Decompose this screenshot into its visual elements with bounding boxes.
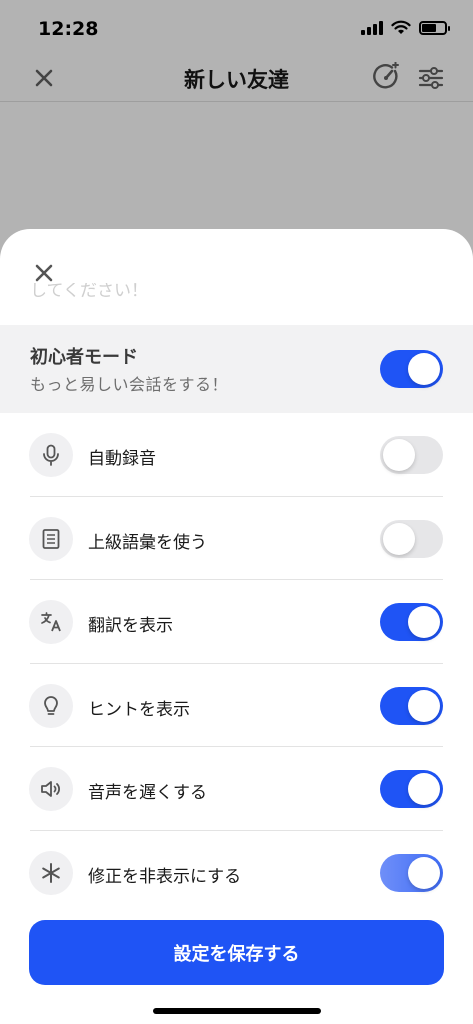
settings-list: 自動録音 上級語彙を使う 翻訳を表示 ヒントを表示 音声を遅くする 修正を非表示… [0,413,473,914]
setting-label: 修正を非表示にする [88,866,242,887]
setting-label: 上級語彙を使う [88,532,207,553]
asterisk-icon [29,850,73,895]
status-icons [361,20,450,35]
hide-corrections-toggle[interactable] [380,853,443,892]
save-settings-button[interactable]: 設定を保存する [29,920,444,985]
setting-row-hide-corrections[interactable]: 修正を非表示にする [0,831,473,915]
page-title: 新しい友達 [184,68,289,92]
show-translation-toggle[interactable] [380,603,443,641]
battery-icon [419,20,450,35]
translate-icon [29,600,73,644]
setting-row-advanced-vocab[interactable]: 上級語彙を使う [0,497,473,580]
signal-icon [361,20,383,35]
auto-record-toggle[interactable] [380,436,443,474]
beginner-mode-subtitle: もっと易しい会話をする！ [30,375,229,394]
setting-label: ヒントを表示 [88,699,190,720]
speed-gauge-icon[interactable] [371,62,401,92]
settings-sheet: してください！ 初心者モード もっと易しい会話をする！ 自動録音 上級語彙を使う [0,229,473,1024]
microphone-icon [29,433,73,477]
beginner-mode-title: 初心者モード [30,347,138,368]
home-indicator [153,1008,321,1014]
advanced-vocab-toggle[interactable] [380,519,443,558]
beginner-mode-row[interactable]: 初心者モード もっと易しい会話をする！ [0,325,473,413]
setting-label: 翻訳を表示 [88,616,173,636]
wifi-icon [391,20,411,34]
slow-audio-toggle[interactable] [380,770,443,808]
status-bar: 12:28 [0,0,473,56]
setting-row-show-hints[interactable]: ヒントを表示 [0,664,473,747]
background-screen: 12:28 新しい友達 [0,0,473,260]
setting-label: 自動録音 [88,449,156,469]
setting-row-slow-audio[interactable]: 音声を遅くする [0,747,473,831]
beginner-mode-toggle[interactable] [380,350,443,388]
setting-row-show-translation[interactable]: 翻訳を表示 [0,580,473,664]
speaker-icon [29,767,73,811]
document-icon [29,516,73,561]
show-hints-toggle[interactable] [380,686,443,725]
clipped-text: してください！ [30,283,148,299]
settings-sliders-icon[interactable] [417,64,445,92]
status-time: 12:28 [38,18,99,40]
lightbulb-icon [29,683,73,728]
setting-row-auto-record[interactable]: 自動録音 [0,413,473,497]
top-nav: 新しい友達 [0,56,473,102]
setting-label: 音声を遅くする [88,783,207,803]
